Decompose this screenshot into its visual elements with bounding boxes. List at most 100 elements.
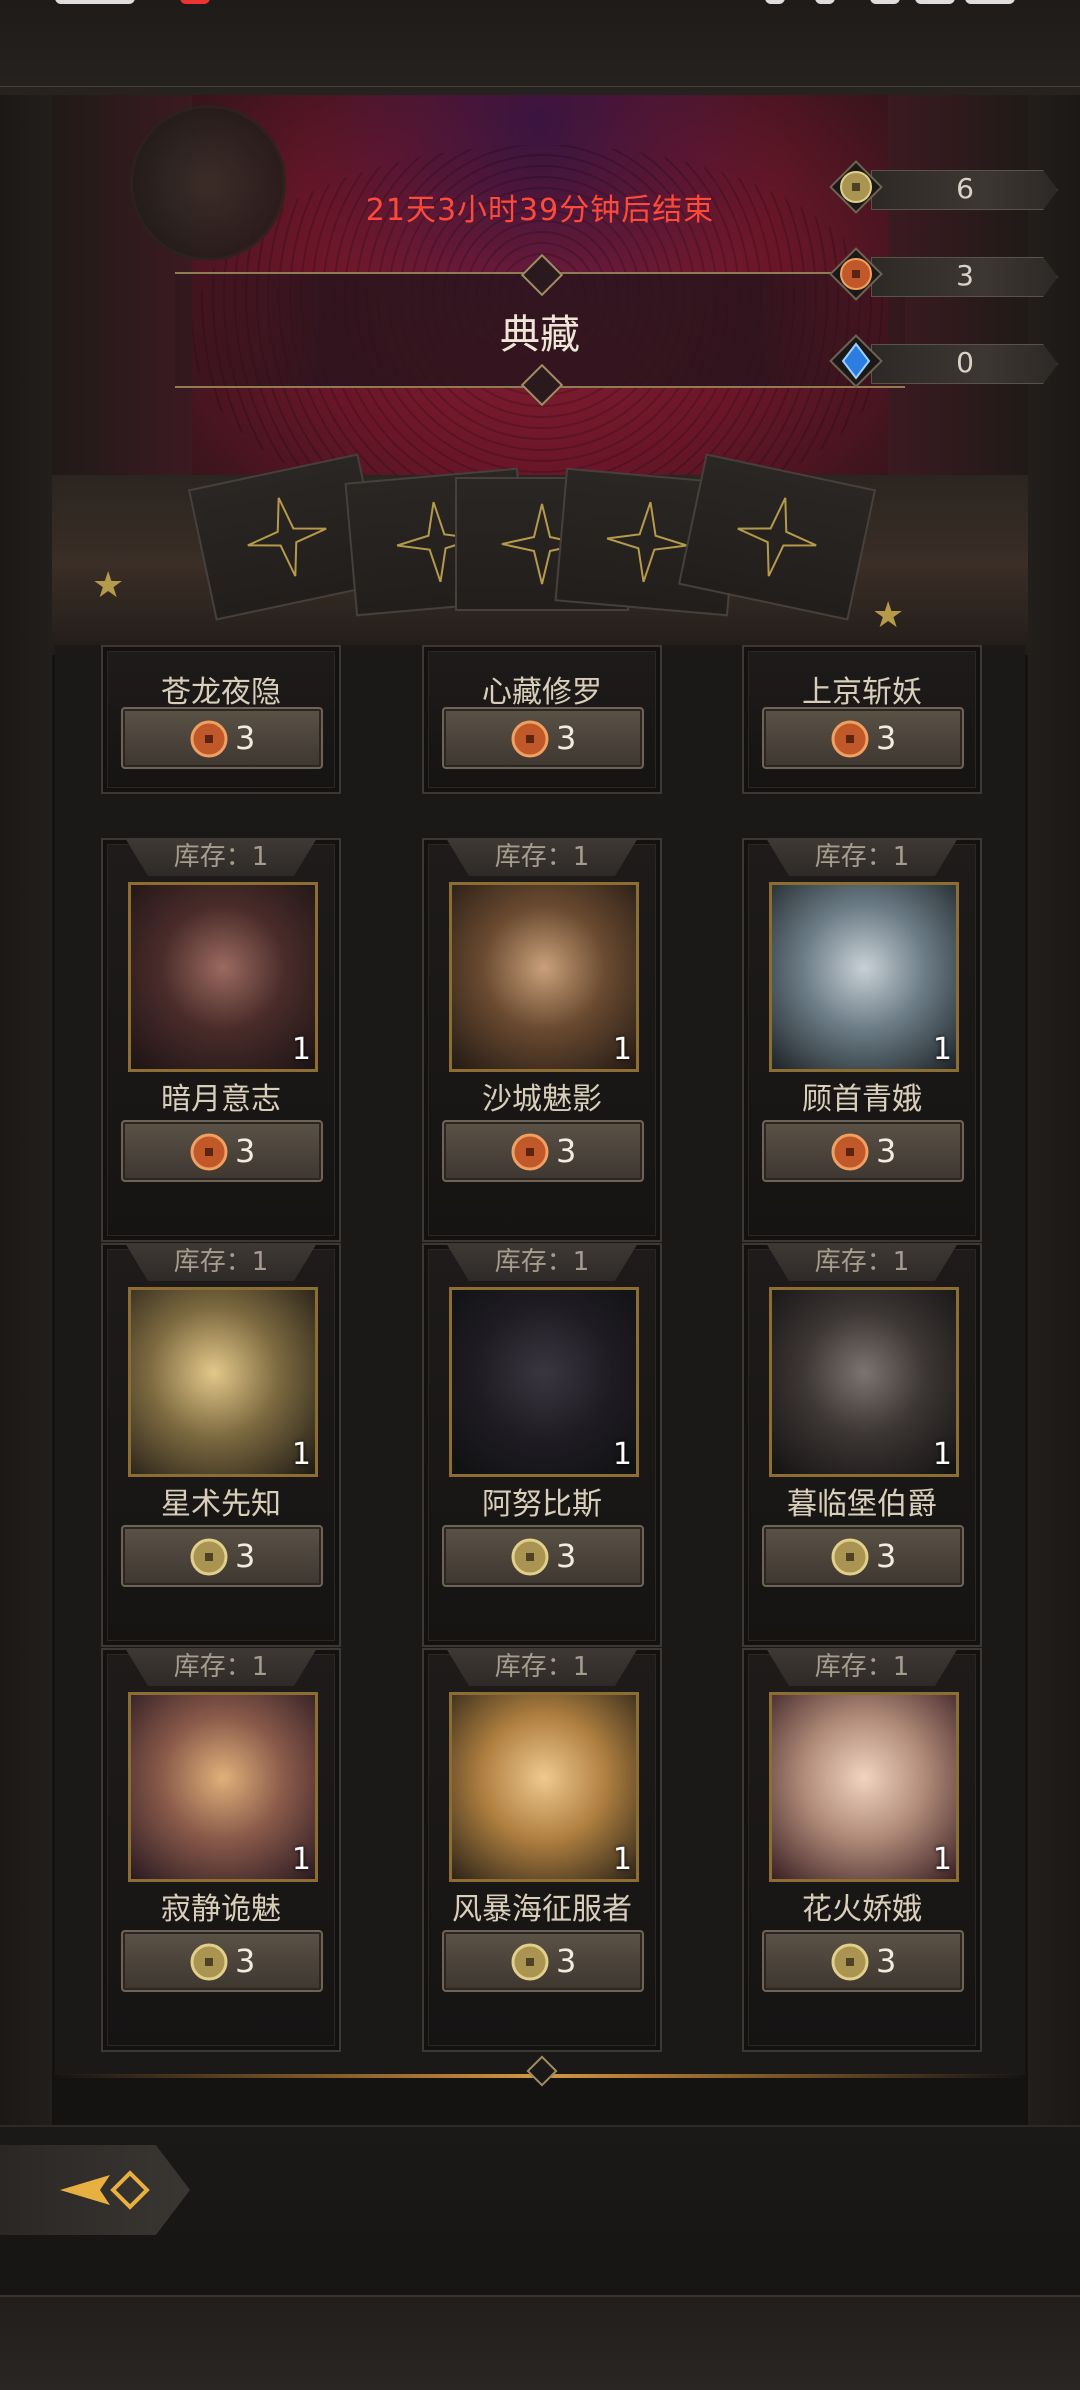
status-bar-time (55, 0, 135, 4)
item-name: 沙城魅影 (482, 1082, 602, 1117)
stock-label: 库存：1 (446, 1243, 638, 1281)
shop-item[interactable]: 上京斩妖 3 (742, 645, 982, 794)
stock-label: 库存：1 (446, 1648, 638, 1686)
page-title: 典藏 (500, 312, 580, 358)
item-price: 3 (876, 1537, 897, 1575)
gold-coin-icon (511, 1538, 549, 1576)
shop-item[interactable]: 苍龙夜隐 3 (101, 645, 341, 794)
buy-button[interactable]: 3 (121, 1525, 323, 1587)
buy-button[interactable]: 3 (762, 1525, 964, 1587)
gold-coin-icon (190, 1943, 228, 1981)
hero-portrait[interactable]: 1 (769, 882, 959, 1072)
status-bar-icon (765, 0, 785, 4)
stock-label: 库存：1 (125, 1243, 317, 1281)
back-arrow-icon (60, 2170, 150, 2210)
right-frame (1028, 95, 1080, 2125)
currency-bronze: 3 (829, 247, 1058, 301)
item-price: 3 (235, 1942, 256, 1980)
battery-icon (965, 0, 1015, 4)
item-name: 星术先知 (161, 1487, 281, 1522)
card-deck[interactable] (187, 453, 880, 655)
buy-button[interactable]: 3 (121, 707, 323, 769)
item-name: 暮临堡伯爵 (787, 1487, 937, 1522)
buy-button[interactable]: 3 (442, 1525, 644, 1587)
stock-label: 库存：1 (766, 838, 958, 876)
title-plate: 典藏 (175, 253, 905, 407)
item-quantity: 1 (932, 1437, 952, 1472)
status-bar-icon (815, 0, 835, 4)
shop-item[interactable]: 库存：1 1 沙城魅影 3 (422, 838, 662, 1242)
item-name: 上京斩妖 (802, 675, 922, 710)
shop-item[interactable]: 心藏修罗 3 (422, 645, 662, 794)
bronze-coin-icon (511, 1133, 549, 1171)
item-price: 3 (235, 719, 256, 757)
shop-item[interactable]: 库存：1 1 风暴海征服者 3 (422, 1648, 662, 2052)
item-quantity: 1 (612, 1842, 632, 1877)
item-quantity: 1 (291, 1842, 311, 1877)
stock-label: 库存：1 (125, 838, 317, 876)
item-price: 3 (876, 719, 897, 757)
item-name: 阿努比斯 (482, 1487, 602, 1522)
stock-label: 库存：1 (446, 838, 638, 876)
shop-item[interactable]: 库存：1 1 顾首青娥 3 (742, 838, 982, 1242)
back-button[interactable] (0, 2145, 190, 2235)
shop-item[interactable]: 库存：1 1 星术先知 3 (101, 1243, 341, 1647)
item-name: 苍龙夜隐 (161, 675, 281, 710)
item-price: 3 (556, 1537, 577, 1575)
footer-strip (0, 2295, 1080, 2390)
stock-label: 库存：1 (766, 1243, 958, 1281)
status-bar-badge (180, 0, 210, 4)
stock-label: 库存：1 (125, 1648, 317, 1686)
hero-portrait[interactable]: 1 (449, 1287, 639, 1477)
buy-button[interactable]: 3 (442, 707, 644, 769)
signal-icon (870, 0, 900, 4)
hero-portrait[interactable]: 1 (128, 1692, 318, 1882)
item-quantity: 1 (932, 1842, 952, 1877)
buy-button[interactable]: 3 (121, 1120, 323, 1182)
item-name: 心藏修罗 (482, 675, 602, 710)
hero-portrait[interactable]: 1 (128, 1287, 318, 1477)
gold-coin-icon (831, 1943, 869, 1981)
item-name: 寂静诡魅 (161, 1892, 281, 1927)
buy-button[interactable]: 3 (762, 707, 964, 769)
buy-button[interactable]: 3 (442, 1930, 644, 1992)
shop-item[interactable]: 库存：1 1 暮临堡伯爵 3 (742, 1243, 982, 1647)
item-price: 3 (235, 1537, 256, 1575)
bronze-coin-icon (829, 247, 883, 301)
hero-portrait[interactable]: 1 (449, 882, 639, 1072)
shop-item[interactable]: 库存：1 1 寂静诡魅 3 (101, 1648, 341, 2052)
hero-portrait[interactable]: 1 (128, 882, 318, 1072)
item-quantity: 1 (932, 1032, 952, 1067)
banner-drape (888, 95, 1028, 525)
hero-portrait[interactable]: 1 (769, 1287, 959, 1477)
item-price: 3 (876, 1132, 897, 1170)
item-price: 3 (556, 1132, 577, 1170)
shop-item[interactable]: 库存：1 1 阿努比斯 3 (422, 1243, 662, 1647)
item-quantity: 1 (612, 1032, 632, 1067)
hero-portrait[interactable]: 1 (449, 1692, 639, 1882)
item-price: 3 (876, 1942, 897, 1980)
buy-button[interactable]: 3 (121, 1930, 323, 1992)
buy-button[interactable]: 3 (762, 1930, 964, 1992)
buy-button[interactable]: 3 (442, 1120, 644, 1182)
left-frame (0, 95, 52, 2125)
bronze-coin-icon (831, 1133, 869, 1171)
gold-coin-icon (190, 1538, 228, 1576)
item-quantity: 1 (612, 1437, 632, 1472)
blue-crystal-icon (829, 334, 883, 388)
item-price: 3 (235, 1132, 256, 1170)
hero-portrait[interactable]: 1 (769, 1692, 959, 1882)
item-name: 顾首青娥 (802, 1082, 922, 1117)
bronze-coin-icon (511, 720, 549, 758)
emblem-icon (130, 105, 286, 261)
stock-label: 库存：1 (766, 1648, 958, 1686)
shop-item[interactable]: 库存：1 1 暗月意志 3 (101, 838, 341, 1242)
bronze-coin-icon (190, 720, 228, 758)
buy-button[interactable]: 3 (762, 1120, 964, 1182)
currency-value: 0 (956, 346, 974, 379)
item-name: 暗月意志 (161, 1082, 281, 1117)
currency-value: 3 (956, 259, 974, 292)
shop-item[interactable]: 库存：1 1 花火娇娥 3 (742, 1648, 982, 2052)
item-quantity: 1 (291, 1437, 311, 1472)
star-icon: ★ (92, 565, 125, 606)
